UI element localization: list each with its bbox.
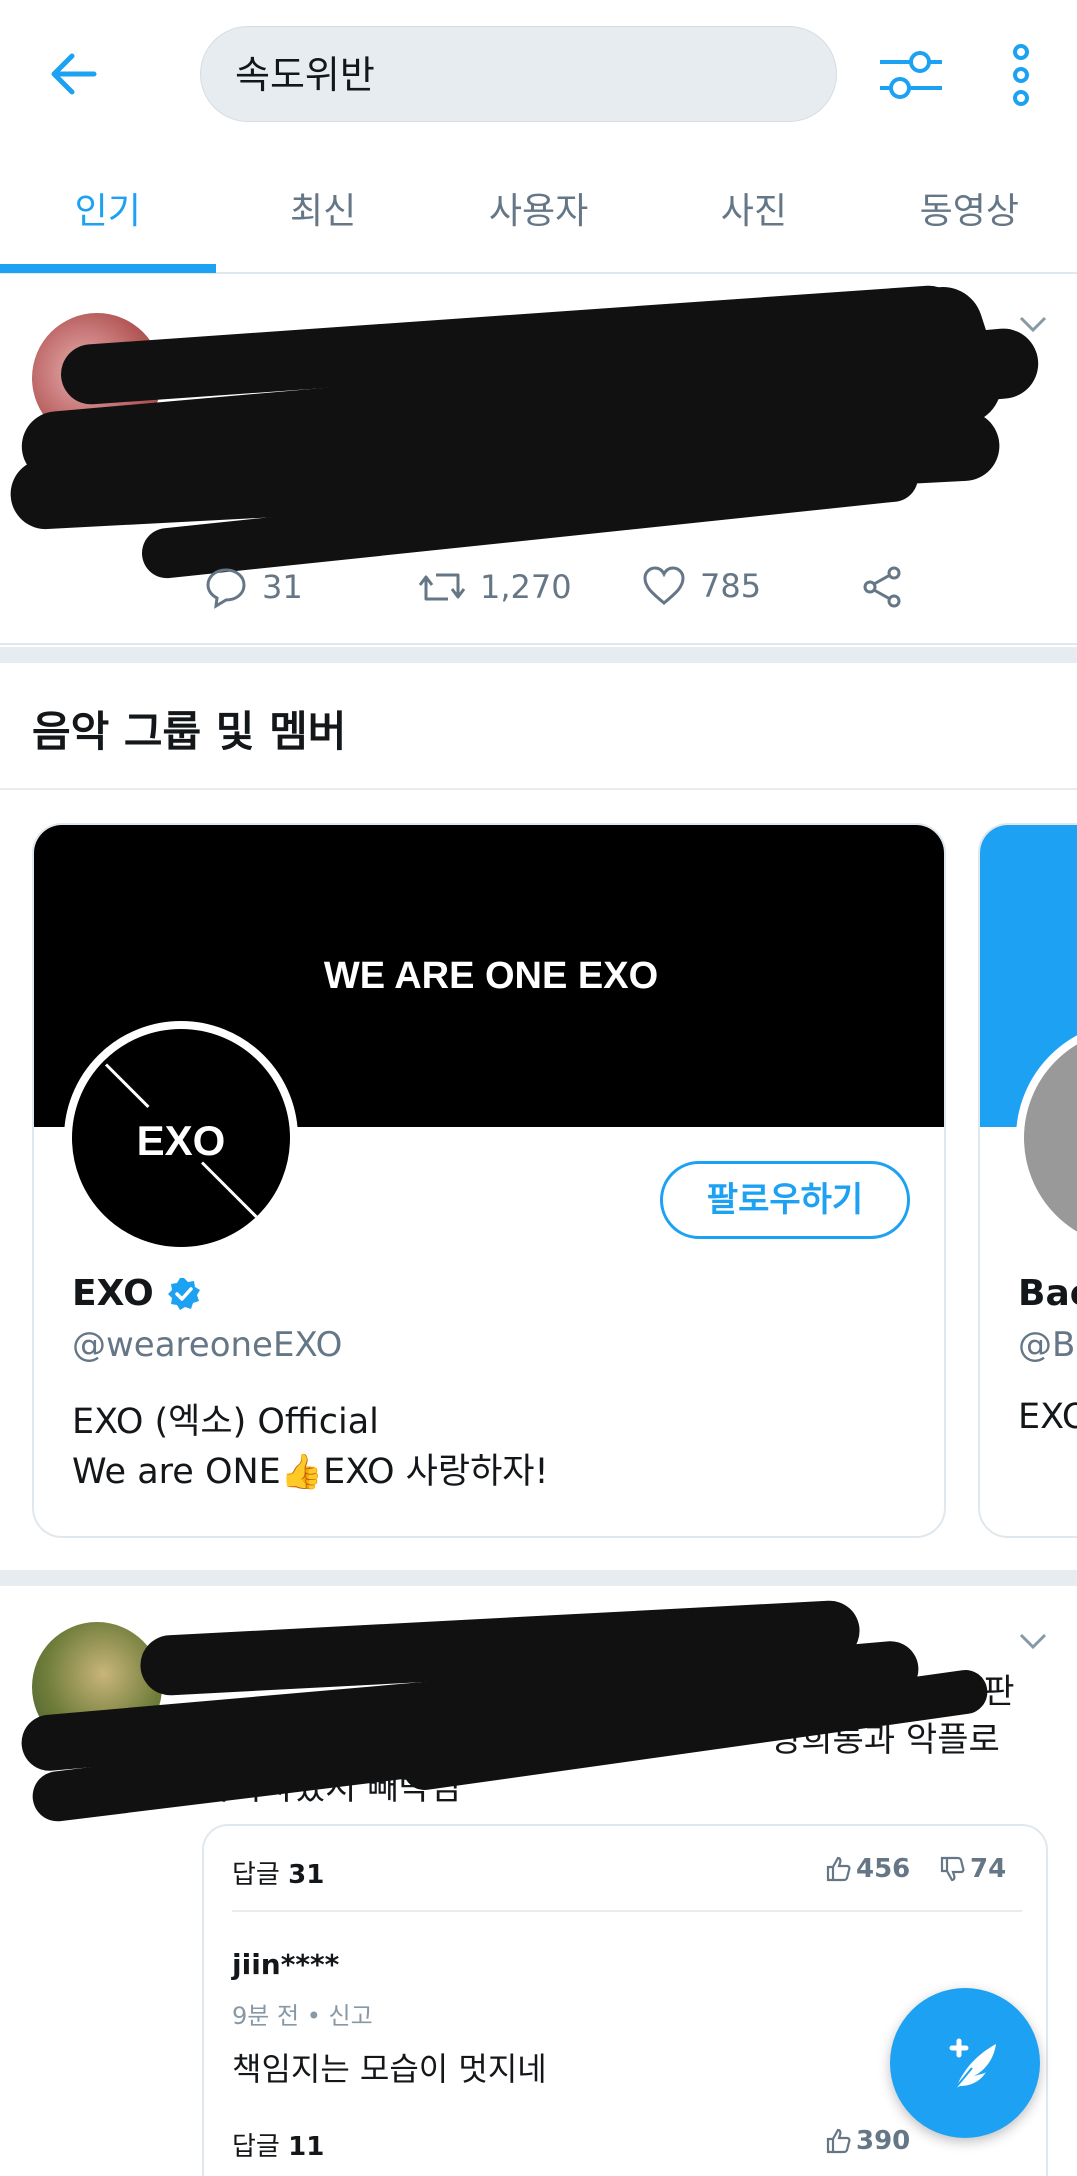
tab-photos[interactable]: 사진: [646, 160, 861, 272]
downvote-button[interactable]: 74: [938, 1854, 1006, 1884]
share-icon: [863, 566, 901, 608]
bio-line: EXO (엑소) Official: [72, 1402, 379, 1442]
thumbs-up-icon: [826, 2128, 851, 2154]
chevron-down-icon[interactable]: [1018, 1632, 1048, 1650]
downvote-count: 74: [970, 1854, 1007, 1884]
tab-videos[interactable]: 동영상: [862, 160, 1077, 272]
like-count: 785: [700, 567, 762, 605]
compose-feather-icon: [949, 2038, 996, 2093]
more-options-icon[interactable]: [1005, 42, 1037, 108]
divider: [232, 1910, 1022, 1912]
retweet-button[interactable]: 1,270: [418, 565, 572, 609]
user-card-next[interactable]: Bae @B EXO: [978, 823, 1077, 1538]
reply-label: 답글: [232, 1860, 280, 1890]
reply-count: 11: [288, 2132, 325, 2162]
share-button[interactable]: [860, 565, 918, 609]
tab-top[interactable]: 인기: [0, 160, 215, 272]
search-input[interactable]: 속도위반: [200, 26, 837, 122]
retweet-icon: [418, 573, 466, 601]
bio-line: We are ONE👍EXO 사랑하자!: [72, 1447, 549, 1497]
tweet[interactable]: 31 1,270 785: [0, 275, 1077, 645]
like-button[interactable]: 785: [642, 565, 761, 607]
reply-count: 31: [262, 568, 303, 606]
reply-count: 31: [288, 1860, 325, 1890]
comment-text: 책임지는 모습이 멋지네: [232, 2050, 547, 2088]
thumbs-down-icon: [940, 1856, 965, 1882]
divider: [0, 647, 1077, 663]
section-title: 음악 그룹 및 멤버: [32, 707, 347, 756]
tweet-actions: 31 1,270 785: [200, 565, 940, 625]
display-name: EXO: [72, 1273, 154, 1314]
thumbs-up-icon: 👍: [280, 1452, 324, 1492]
divider: [0, 1570, 1077, 1586]
bio-text: We are ONE: [72, 1452, 281, 1492]
user-name[interactable]: EXO: [72, 1273, 202, 1314]
tab-latest[interactable]: 최신: [215, 160, 430, 272]
active-tab-indicator: [0, 264, 216, 273]
thumbs-up-icon: [826, 1856, 851, 1882]
avatar-logo-text: EXO: [136, 1117, 226, 1164]
user-handle: @B: [1018, 1325, 1076, 1365]
back-arrow-icon[interactable]: [44, 44, 104, 104]
retweet-count: 1,270: [480, 568, 572, 606]
report-link[interactable]: 신고: [328, 2002, 372, 2030]
reply-summary[interactable]: 답글 11: [232, 2126, 324, 2163]
user-bio: EXO (엑소) Official We are ONE👍EXO 사랑하자!: [72, 1397, 549, 1497]
top-bar: 속도위반: [0, 0, 1077, 150]
tab-people[interactable]: 사용자: [431, 160, 646, 272]
reply-icon: [206, 568, 246, 609]
user-handle: @weareoneEXO: [72, 1325, 343, 1365]
bio-text: EXO 사랑하자!: [323, 1452, 549, 1492]
display-name: Bae: [1018, 1273, 1077, 1314]
user-card[interactable]: WE ARE ONE EXO EXO 팔로우하기 EXO @weareoneEX…: [32, 823, 946, 1538]
comment-time: 9분 전: [232, 2002, 300, 2030]
filter-icon[interactable]: [876, 42, 946, 108]
reply-button[interactable]: 31: [204, 565, 303, 609]
heart-icon: [643, 566, 685, 605]
compose-tweet-button[interactable]: [890, 1988, 1040, 2138]
search-tabs: 인기 최신 사용자 사진 동영상: [0, 160, 1077, 274]
avatar[interactable]: EXO: [64, 1021, 298, 1255]
commenter-name: jiin****: [232, 1948, 340, 1981]
upvote-count: 456: [856, 1854, 911, 1884]
follow-button[interactable]: 팔로우하기: [660, 1161, 910, 1239]
user-bio: EXO: [1018, 1397, 1077, 1437]
comment-meta: 9분 전 • 신고: [232, 2002, 373, 2030]
reply-summary[interactable]: 답글 31: [232, 1854, 324, 1891]
chevron-down-icon[interactable]: [1018, 315, 1048, 333]
verified-badge-icon: [167, 1277, 200, 1310]
banner-text: WE ARE ONE EXO: [323, 955, 659, 997]
divider: [0, 788, 1077, 790]
reply-label: 답글: [232, 2132, 280, 2162]
upvote-button[interactable]: 456: [824, 1854, 910, 1884]
